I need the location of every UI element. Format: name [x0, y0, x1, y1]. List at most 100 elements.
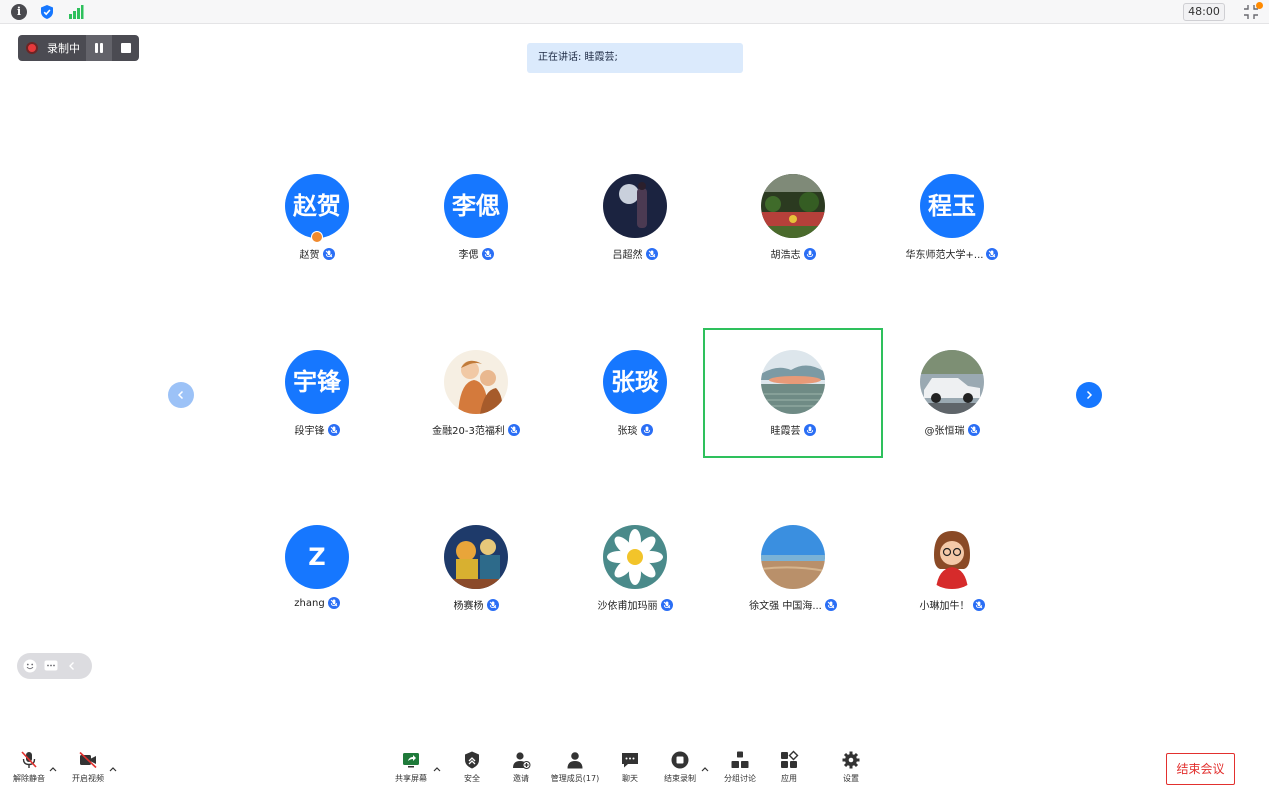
invite-button[interactable]: 邀请 — [492, 750, 550, 786]
emoji-icon[interactable] — [23, 659, 37, 673]
invite-person-icon — [513, 752, 531, 769]
mic-muted-icon — [322, 247, 335, 260]
mic-muted-icon — [645, 247, 658, 260]
participant-tile[interactable]: 张琰 张琰 — [545, 328, 725, 458]
mic-muted-icon — [486, 598, 499, 611]
mic-on-icon — [803, 247, 816, 260]
participant-avatar — [444, 525, 508, 589]
share-screen-icon — [403, 753, 419, 768]
participant-name: 段宇锋 — [294, 426, 325, 437]
share-screen-label: 共享屏幕 — [395, 774, 427, 783]
audio-options-chevron-icon[interactable] — [48, 765, 58, 773]
settings-label: 设置 — [843, 774, 859, 783]
participant-name-row: zhang — [227, 597, 407, 609]
participant-avatar: Z — [285, 525, 349, 589]
mic-muted-icon — [481, 247, 494, 260]
participant-avatar: 赵贺 — [285, 174, 349, 238]
participant-name: 胡浩志 — [770, 250, 801, 261]
security-shield-icon[interactable] — [39, 4, 55, 20]
stop-recording-icon — [671, 751, 689, 769]
participant-name: zhang — [294, 597, 325, 609]
participant-tile[interactable]: Zzhang — [227, 503, 407, 633]
participant-tile[interactable]: 吕超然 — [545, 152, 725, 282]
participant-avatar — [920, 350, 984, 414]
participant-avatar — [761, 525, 825, 589]
recording-options-chevron-icon[interactable] — [700, 765, 710, 773]
security-label: 安全 — [464, 774, 480, 783]
network-signal-icon[interactable] — [68, 4, 84, 20]
chat-bubble-icon — [622, 753, 638, 768]
participant-tile[interactable]: 金融20-3范福利 — [386, 328, 566, 458]
reaction-bar — [17, 653, 92, 679]
participant-name-row: 胡浩志 — [703, 246, 883, 261]
participant-tile[interactable]: 小琳加牛！ — [862, 503, 1042, 633]
mic-muted-icon — [327, 423, 340, 436]
participant-name-row: 杨赛杨 — [386, 597, 566, 612]
participant-avatar — [603, 525, 667, 589]
chat-label: 聊天 — [622, 774, 638, 783]
participant-name-row: 段宇锋 — [227, 422, 407, 437]
participant-avatar — [603, 174, 667, 238]
recording-label: 录制中 — [47, 42, 80, 55]
participant-name-row: 眭霞芸 — [705, 422, 881, 437]
host-badge-icon — [311, 231, 323, 243]
participant-name-row: 金融20-3范福利 — [386, 422, 566, 437]
participant-tile[interactable]: 徐文强 中国海... — [703, 503, 883, 633]
participant-name: 吕超然 — [612, 250, 643, 261]
participant-tile[interactable]: 赵贺 赵贺 — [227, 152, 407, 282]
mic-muted-icon — [660, 598, 673, 611]
participant-name: 杨赛杨 — [453, 601, 484, 612]
security-icon — [465, 751, 479, 769]
bullet-chat-icon[interactable] — [44, 659, 58, 673]
participant-name: @张恒瑞 — [924, 426, 965, 437]
pause-recording-button[interactable] — [86, 35, 112, 61]
end-meeting-button[interactable]: 结束会议 — [1166, 753, 1235, 785]
participant-tile[interactable]: @张恒瑞 — [862, 328, 1042, 458]
notification-dot — [1256, 2, 1263, 9]
invite-label: 邀请 — [513, 774, 529, 783]
participant-avatar — [920, 525, 984, 589]
participant-name-row: 沙依甫加玛丽 — [545, 597, 725, 612]
muted-mic-icon — [21, 751, 37, 768]
participant-name: 赵贺 — [299, 250, 320, 261]
participant-tile[interactable]: 李偲 李偲 — [386, 152, 566, 282]
video-off-icon — [79, 751, 97, 769]
participant-avatar — [761, 174, 825, 238]
chevron-right-icon — [1086, 390, 1093, 400]
participant-tile[interactable]: 胡浩志 — [703, 152, 883, 282]
participant-tile[interactable]: 沙依甫加玛丽 — [545, 503, 725, 633]
settings-button[interactable]: 设置 — [822, 750, 880, 786]
apps-label: 应用 — [781, 774, 797, 783]
share-options-chevron-icon[interactable] — [432, 765, 442, 773]
video-options-chevron-icon[interactable] — [108, 765, 118, 773]
participant-tile[interactable]: 程玉华东师范大学+... — [862, 152, 1042, 282]
participant-avatar: 张琰 — [603, 350, 667, 414]
recording-indicator: 录制中 — [18, 35, 86, 61]
collapse-chevron-icon[interactable] — [65, 659, 79, 673]
participant-tile[interactable]: 眭霞芸 — [703, 328, 883, 458]
participant-avatar: 宇锋 — [285, 350, 349, 414]
chevron-left-icon — [177, 390, 184, 400]
participant-avatar — [444, 350, 508, 414]
mic-on-icon — [803, 423, 816, 436]
info-icon[interactable]: i — [11, 4, 27, 20]
recording-dot-icon — [26, 42, 38, 54]
gear-icon — [842, 751, 860, 769]
top-bar: i 48:00 — [0, 0, 1269, 24]
participant-name-row: 吕超然 — [545, 246, 725, 261]
apps-button[interactable]: 应用 — [760, 750, 818, 786]
mic-muted-icon — [327, 597, 340, 609]
mic-muted-icon — [507, 423, 520, 436]
participant-tile[interactable]: 杨赛杨 — [386, 503, 566, 633]
members-icon — [567, 752, 583, 769]
manage-members-button[interactable]: 管理成员(17) — [546, 750, 604, 786]
mic-muted-icon — [967, 423, 980, 436]
breakout-rooms-label: 分组讨论 — [724, 774, 756, 783]
next-page-button[interactable] — [1076, 382, 1102, 408]
stop-recording-button[interactable] — [112, 35, 139, 61]
participant-tile[interactable]: 宇锋段宇锋 — [227, 328, 407, 458]
participant-name: 华东师范大学+... — [905, 250, 984, 261]
participant-avatar: 程玉 — [920, 174, 984, 238]
participant-name-row: 小琳加牛！ — [862, 597, 1042, 612]
previous-page-button[interactable] — [168, 382, 194, 408]
